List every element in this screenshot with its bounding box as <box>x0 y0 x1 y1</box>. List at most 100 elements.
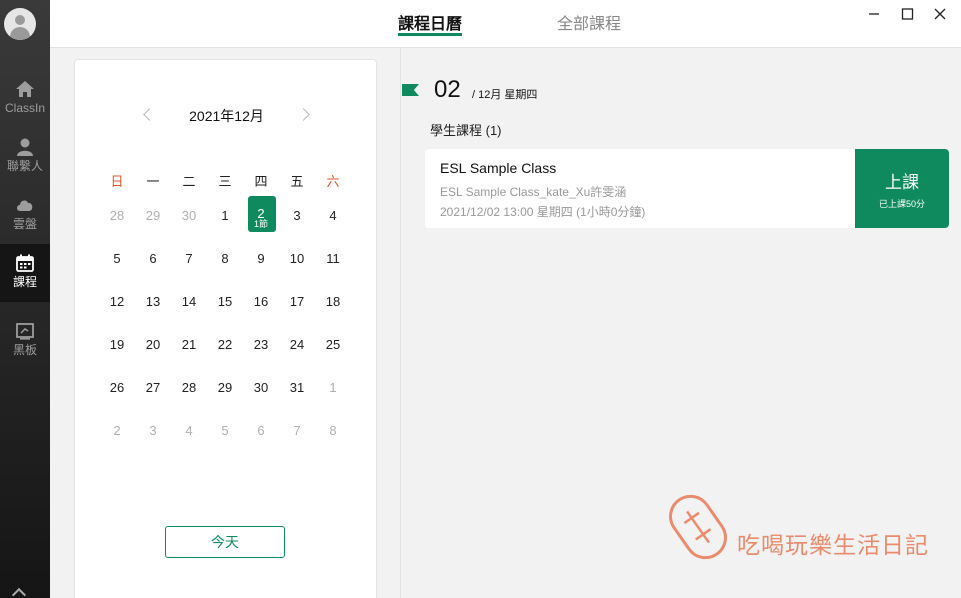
calendar-day[interactable]: 6 <box>243 421 279 464</box>
watermark: 吃喝玩樂生活日記 <box>663 490 943 565</box>
tab-all-courses[interactable]: 全部課程 <box>557 10 621 36</box>
calendar-day[interactable]: 29 <box>207 378 243 421</box>
weekday-label: 三 <box>218 174 232 189</box>
top-bar: 課程日曆 全部課程 <box>50 0 961 48</box>
calendar-week: 5 6 7 8 9 10 11 <box>99 249 351 292</box>
calendar-day[interactable]: 17 <box>279 292 315 335</box>
tab-course-calendar[interactable]: 課程日曆 <box>398 10 462 36</box>
cloud-icon <box>17 200 33 211</box>
sidebar-item-label: 雲盤 <box>12 217 37 231</box>
calendar-day[interactable]: 20 <box>135 335 171 378</box>
calendar-week: 2 3 4 5 6 7 8 <box>99 421 351 464</box>
lesson-count: 1節 <box>253 219 268 229</box>
watermark-text: 吃喝玩樂生活日記 <box>737 532 929 558</box>
calendar-day[interactable]: 19 <box>99 335 135 378</box>
calendar-day[interactable]: 28 <box>171 378 207 421</box>
calendar-day[interactable]: 27 <box>135 378 171 421</box>
calendar-day[interactable]: 7 <box>279 421 315 464</box>
calendar-week: 28 29 30 1 2 1節 3 4 <box>99 196 351 249</box>
calendar-day[interactable]: 8 <box>315 421 351 464</box>
calendar-day[interactable]: 8 <box>207 249 243 292</box>
sidebar-item-contacts[interactable]: 聯繫人 <box>0 128 50 186</box>
calendar-day[interactable]: 5 <box>207 421 243 464</box>
divider <box>400 48 401 598</box>
weekday-header: 日 一 二 三 四 五 六 <box>99 170 351 206</box>
join-class-button[interactable]: 上課 已上課50分 <box>855 149 949 228</box>
minimize-icon[interactable] <box>864 4 884 24</box>
month-label: 2021年12月 <box>189 108 264 124</box>
weekday-label: 五 <box>290 174 304 189</box>
calendar-day[interactable]: 18 <box>315 292 351 335</box>
sidebar-item-courses[interactable]: 課程 <box>0 244 50 302</box>
calendar-day[interactable]: 10 <box>279 249 315 292</box>
weekday-label: 日 <box>110 174 124 189</box>
calendar-day[interactable]: 1 <box>207 206 243 249</box>
calendar-day[interactable]: 21 <box>171 335 207 378</box>
flag-icon <box>402 84 419 96</box>
calendar-day[interactable]: 16 <box>243 292 279 335</box>
calendar-day[interactable]: 28 <box>99 206 135 249</box>
calendar-day[interactable]: 3 <box>135 421 171 464</box>
calendar-day-selected[interactable]: 2 1節 <box>243 196 279 249</box>
close-icon[interactable] <box>930 4 950 24</box>
maximize-icon[interactable] <box>897 4 917 24</box>
calendar-day[interactable]: 7 <box>171 249 207 292</box>
weekday-label: 二 <box>182 174 196 189</box>
calendar-day[interactable]: 1 <box>315 378 351 421</box>
sidebar: ClassIn 聯繫人 雲盤 課程 黑板 <box>0 0 50 598</box>
calendar-day[interactable]: 4 <box>315 206 351 249</box>
calendar-day[interactable]: 31 <box>279 378 315 421</box>
home-icon <box>16 81 34 97</box>
avatar-head <box>15 15 25 25</box>
course-card[interactable]: ESL Sample Class ESL Sample Class_kate_X… <box>425 149 949 228</box>
calendar-day[interactable]: 24 <box>279 335 315 378</box>
weekday-label: 一 <box>146 174 160 189</box>
today-button[interactable]: 今天 <box>165 526 285 558</box>
avatar[interactable] <box>4 8 36 40</box>
sidebar-item-label: 課程 <box>12 275 37 289</box>
calendar-week: 12 13 14 15 16 17 18 <box>99 292 351 335</box>
course-subtitle: ESL Sample Class_kate_Xu許雯涵 <box>440 185 627 199</box>
calendar-day[interactable]: 12 <box>99 292 135 335</box>
contacts-icon <box>17 138 33 156</box>
sidebar-item-cloud[interactable]: 雲盤 <box>0 186 50 244</box>
calendar-day[interactable]: 11 <box>315 249 351 292</box>
calendar-day[interactable]: 15 <box>207 292 243 335</box>
calendar-day[interactable]: 4 <box>171 421 207 464</box>
calendar-day[interactable]: 5 <box>99 249 135 292</box>
calendar-panel: 2021年12月 日 一 二 三 四 五 六 28 29 30 1 2 1節 3… <box>74 59 377 598</box>
calendar-grid: 日 一 二 三 四 五 六 28 29 30 1 2 1節 3 4 5 6 7 … <box>99 170 351 464</box>
blackboard-icon <box>16 323 34 340</box>
calendar-day[interactable]: 30 <box>243 378 279 421</box>
calendar-week: 19 20 21 22 23 24 25 <box>99 335 351 378</box>
calendar-day[interactable]: 3 <box>279 206 315 249</box>
calendar-day[interactable]: 2 <box>99 421 135 464</box>
calendar-day[interactable]: 26 <box>99 378 135 421</box>
selected-day-number: 02 <box>434 76 461 103</box>
calendar-day[interactable]: 22 <box>207 335 243 378</box>
join-class-label: 上課 <box>885 173 919 192</box>
sidebar-item-label: 聯繫人 <box>6 159 43 173</box>
course-name: ESL Sample Class <box>440 160 557 176</box>
calendar-day[interactable]: 25 <box>315 335 351 378</box>
calendar-day[interactable]: 6 <box>135 249 171 292</box>
calendar-icon <box>16 254 34 272</box>
sidebar-item-label: 黑板 <box>12 343 37 357</box>
month-navigator: 2021年12月 <box>75 106 378 126</box>
collapse-chevron-icon[interactable] <box>11 587 27 598</box>
student-courses-heading: 學生課程 (1) <box>430 123 502 138</box>
calendar-day[interactable]: 23 <box>243 335 279 378</box>
calendar-day[interactable]: 30 <box>171 206 207 249</box>
calendar-day[interactable]: 13 <box>135 292 171 335</box>
calendar-day[interactable]: 9 <box>243 249 279 292</box>
sidebar-item-blackboard[interactable]: 黑板 <box>0 312 50 370</box>
calendar-week: 26 27 28 29 30 31 1 <box>99 378 351 421</box>
calendar-day[interactable]: 29 <box>135 206 171 249</box>
elapsed-time-label: 已上課50分 <box>878 199 925 209</box>
course-time: 2021/12/02 13:00 星期四 (1小時0分鐘) <box>440 205 646 219</box>
sidebar-item-classin[interactable]: ClassIn <box>0 70 50 128</box>
weekday-label: 六 <box>326 174 340 189</box>
calendar-day[interactable]: 14 <box>171 292 207 335</box>
selected-month-weekday: / 12月 星期四 <box>472 89 538 101</box>
watermark-logo-icon <box>669 494 727 560</box>
